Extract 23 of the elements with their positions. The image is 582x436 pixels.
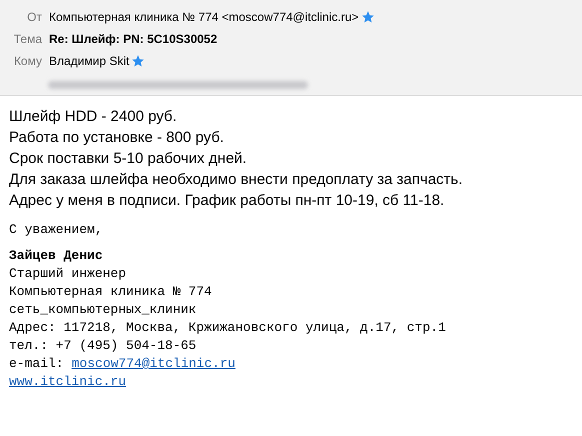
- body-text: Для заказа шлейфа необходимо внести предоплату за запчасть.: [9, 170, 464, 190]
- signature-line: тел.: +7 (495) 504-18-65: [9, 337, 198, 355]
- signature-name: Зайцев Денис: [9, 247, 104, 265]
- body-text: Шлейф HDD - 2400 руб.: [9, 107, 178, 127]
- email-link[interactable]: moscow774@itclinic.ru: [72, 355, 236, 373]
- field-label: От: [26, 9, 42, 26]
- field-value: Компьютерная клиника № 774 <moscow774@itclinic.ru>: [49, 9, 359, 26]
- field-value: Re: Шлейф: PN: 5C10S30052: [49, 31, 218, 48]
- signature-label: e-mail:: [9, 355, 64, 373]
- field-value: Владимир Skit: [49, 53, 130, 70]
- body-text: Работа по установке - 800 руб.: [9, 128, 225, 148]
- field-label: Тема: [12, 31, 42, 48]
- body-text: Срок поставки 5-10 рабочих дней.: [9, 149, 248, 169]
- website-link[interactable]: www.itclinic.ru: [9, 374, 126, 389]
- signature-line: С уважением,: [9, 221, 104, 239]
- star-icon[interactable]: [131, 54, 146, 68]
- field-label: Кому: [12, 53, 42, 70]
- star-icon[interactable]: [360, 10, 375, 24]
- signature-line: Адрес: 117218, Москва, Кржижановского улица, д.17, стр.1: [9, 319, 447, 337]
- signature-line: Старший инженер: [9, 265, 128, 283]
- signature-line: сеть_компьютерных_клиник: [9, 301, 198, 319]
- signature-line: Компьютерная клиника № 774: [9, 283, 213, 301]
- body-text: Адрес у меня в подписи. График работы пн-пт 10-19, сб 11-18.: [9, 191, 446, 211]
